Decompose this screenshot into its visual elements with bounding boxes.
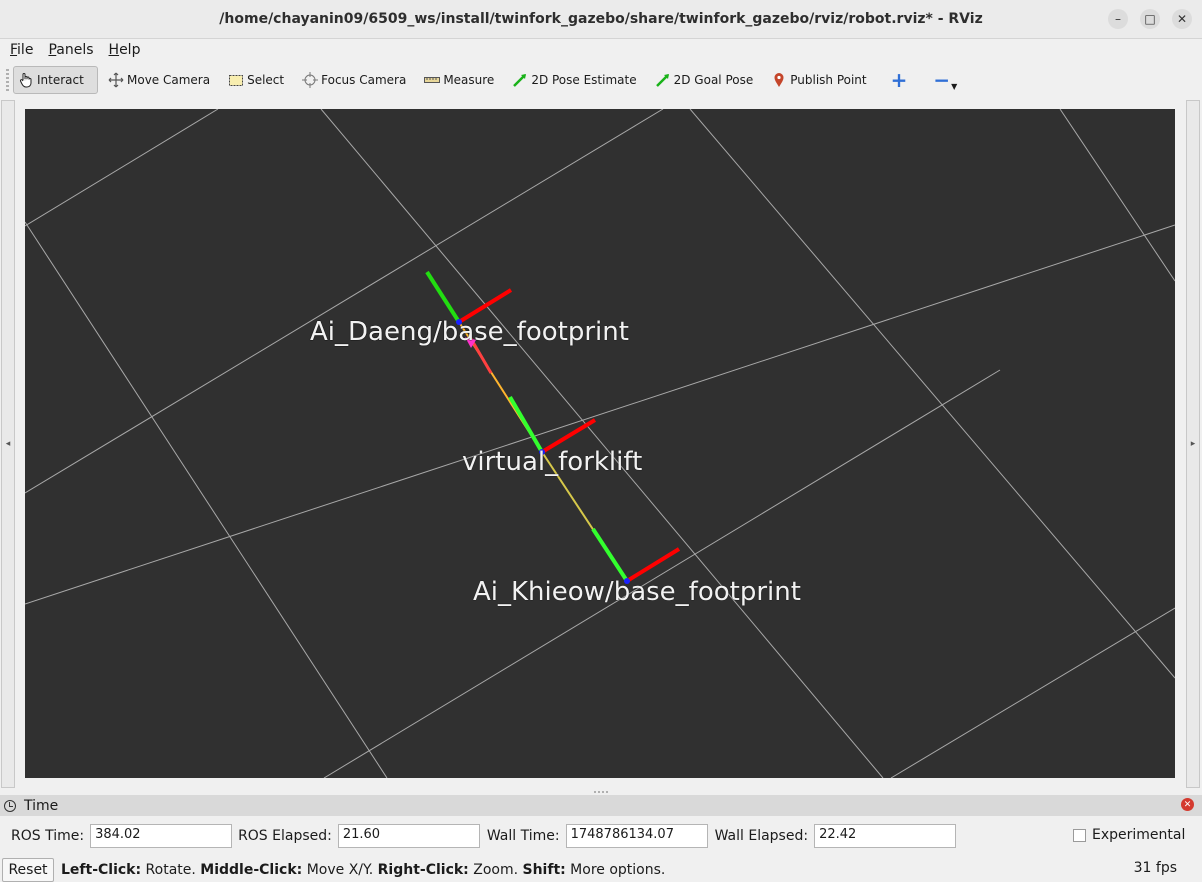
wall-elapsed-label: Wall Elapsed: — [714, 828, 809, 844]
splitter-grip — [594, 790, 608, 793]
chevron-right-icon: ▸ — [1190, 439, 1196, 449]
hint-value: More options. — [565, 861, 666, 878]
hand-pointer-icon — [18, 72, 34, 88]
ground-grid — [25, 109, 1175, 778]
hint-key: Middle-Click: — [200, 861, 303, 878]
close-panel-icon[interactable]: ✕ — [1181, 798, 1194, 811]
frame-label-ai-daeng-overlap: Ai_Daeng/bas — [310, 317, 488, 347]
window-controls: – □ ✕ — [1108, 9, 1192, 29]
minimize-button[interactable]: – — [1108, 9, 1128, 29]
focus-camera-tool-button[interactable]: Focus Camera — [298, 66, 414, 94]
wall-time-label: Wall Time: — [486, 828, 560, 844]
frame-label-virtual-forklift: virtual_forklift — [462, 447, 643, 477]
goal-pose-tool-button[interactable]: 2D Goal Pose — [651, 66, 762, 94]
focus-camera-tool-label: Focus Camera — [321, 73, 407, 87]
interact-tool-label: Interact — [37, 73, 84, 87]
green-arrow-icon — [512, 72, 528, 88]
time-panel-title: Time — [24, 797, 59, 814]
menu-file[interactable]: File — [0, 42, 38, 58]
measure-tool-button[interactable]: Measure — [420, 66, 502, 94]
experimental-checkbox[interactable] — [1073, 829, 1086, 842]
title-bar: /home/chayanin09/6509_ws/install/twinfor… — [0, 0, 1202, 39]
crosshair-icon — [302, 72, 319, 88]
hint-value: Rotate. — [141, 861, 201, 878]
frame-label-ai-khieow: Ai_Khieow/base_footprint — [473, 577, 801, 607]
interact-tool-button[interactable]: Interact — [13, 66, 98, 94]
time-panel-header: Time ✕ — [0, 795, 1202, 816]
panel-splitter[interactable] — [0, 789, 1202, 794]
experimental-label: Experimental — [1092, 827, 1186, 843]
menu-file-mnemonic: F — [10, 42, 18, 58]
reset-button[interactable]: Reset — [2, 857, 54, 882]
menu-bar: File Panels Help — [0, 39, 1202, 61]
select-tool-button[interactable]: Select — [224, 66, 292, 94]
menu-file-label: ile — [17, 42, 34, 58]
ros-time-field[interactable]: 384.02 — [90, 824, 233, 848]
time-panel: ROS Time: 384.02 ROS Elapsed: 21.60 Wall… — [0, 820, 1202, 852]
wall-elapsed-field[interactable]: 22.42 — [814, 824, 957, 848]
right-dock-toggle[interactable]: ▸ — [1186, 100, 1200, 788]
menu-help-mnemonic: H — [108, 42, 120, 58]
hint-value: Move X/Y. — [302, 861, 378, 878]
ros-time-label: ROS Time: — [11, 828, 85, 844]
plus-icon: + — [890, 68, 908, 92]
pose-estimate-tool-label: 2D Pose Estimate — [531, 73, 637, 87]
move-camera-tool-label: Move Camera — [127, 73, 211, 87]
green-arrow-icon — [655, 72, 671, 88]
render-viewport[interactable]: Ai_Daeng/base_footprint Ai_Daeng/bas vir… — [25, 109, 1175, 778]
ruler-icon — [424, 72, 441, 88]
hint-key: Shift: — [522, 861, 566, 878]
hint-key: Left-Click: — [61, 861, 142, 878]
remove-tool-button[interactable]: − ▼ — [923, 66, 967, 94]
minus-icon: − — [933, 68, 951, 92]
dropdown-arrow-icon: ▼ — [951, 81, 958, 91]
ros-elapsed-field[interactable]: 21.60 — [337, 824, 480, 848]
status-bar: Reset Left-Click: Rotate. Middle-Click: … — [0, 857, 1202, 882]
add-tool-button[interactable]: + — [881, 66, 918, 94]
map-pin-icon — [771, 72, 787, 88]
hint-value: Zoom. — [468, 861, 523, 878]
menu-panels-label: anels — [56, 42, 94, 58]
close-button[interactable]: ✕ — [1172, 9, 1192, 29]
menu-panels[interactable]: Panels — [38, 42, 98, 58]
selection-box-icon — [228, 72, 244, 88]
window-title: /home/chayanin09/6509_ws/install/twinfor… — [219, 11, 983, 27]
hint-key: Right-Click: — [377, 861, 469, 878]
wall-time-field[interactable]: 1748786134.07 — [565, 824, 708, 848]
scene-svg — [25, 109, 1175, 778]
render-area: ◂ Ai_Daeng/base_footprint Ai_Daeng/bas v… — [0, 100, 1202, 790]
menu-help[interactable]: Help — [99, 42, 146, 58]
maximize-button[interactable]: □ — [1140, 9, 1160, 29]
menu-help-label: elp — [119, 42, 141, 58]
publish-point-tool-button[interactable]: Publish Point — [767, 66, 874, 94]
move-arrows-icon — [108, 72, 124, 88]
chevron-left-icon: ◂ — [5, 439, 11, 449]
move-camera-tool-button[interactable]: Move Camera — [104, 66, 218, 94]
mouse-hint: Left-Click: Rotate. Middle-Click: Move X… — [61, 862, 665, 878]
ros-elapsed-label: ROS Elapsed: — [238, 828, 332, 844]
pose-estimate-tool-button[interactable]: 2D Pose Estimate — [508, 66, 644, 94]
measure-tool-label: Measure — [443, 73, 495, 87]
left-dock-toggle[interactable]: ◂ — [1, 100, 15, 788]
clock-icon — [4, 799, 16, 812]
goal-pose-tool-label: 2D Goal Pose — [673, 73, 754, 87]
publish-point-tool-label: Publish Point — [790, 73, 867, 87]
select-tool-label: Select — [247, 73, 285, 87]
fps-counter: 31 fps — [1133, 860, 1177, 876]
tools-toolbar: Interact Move Camera Select Focus Camera… — [0, 63, 1202, 97]
toolbar-grip[interactable] — [6, 69, 9, 91]
